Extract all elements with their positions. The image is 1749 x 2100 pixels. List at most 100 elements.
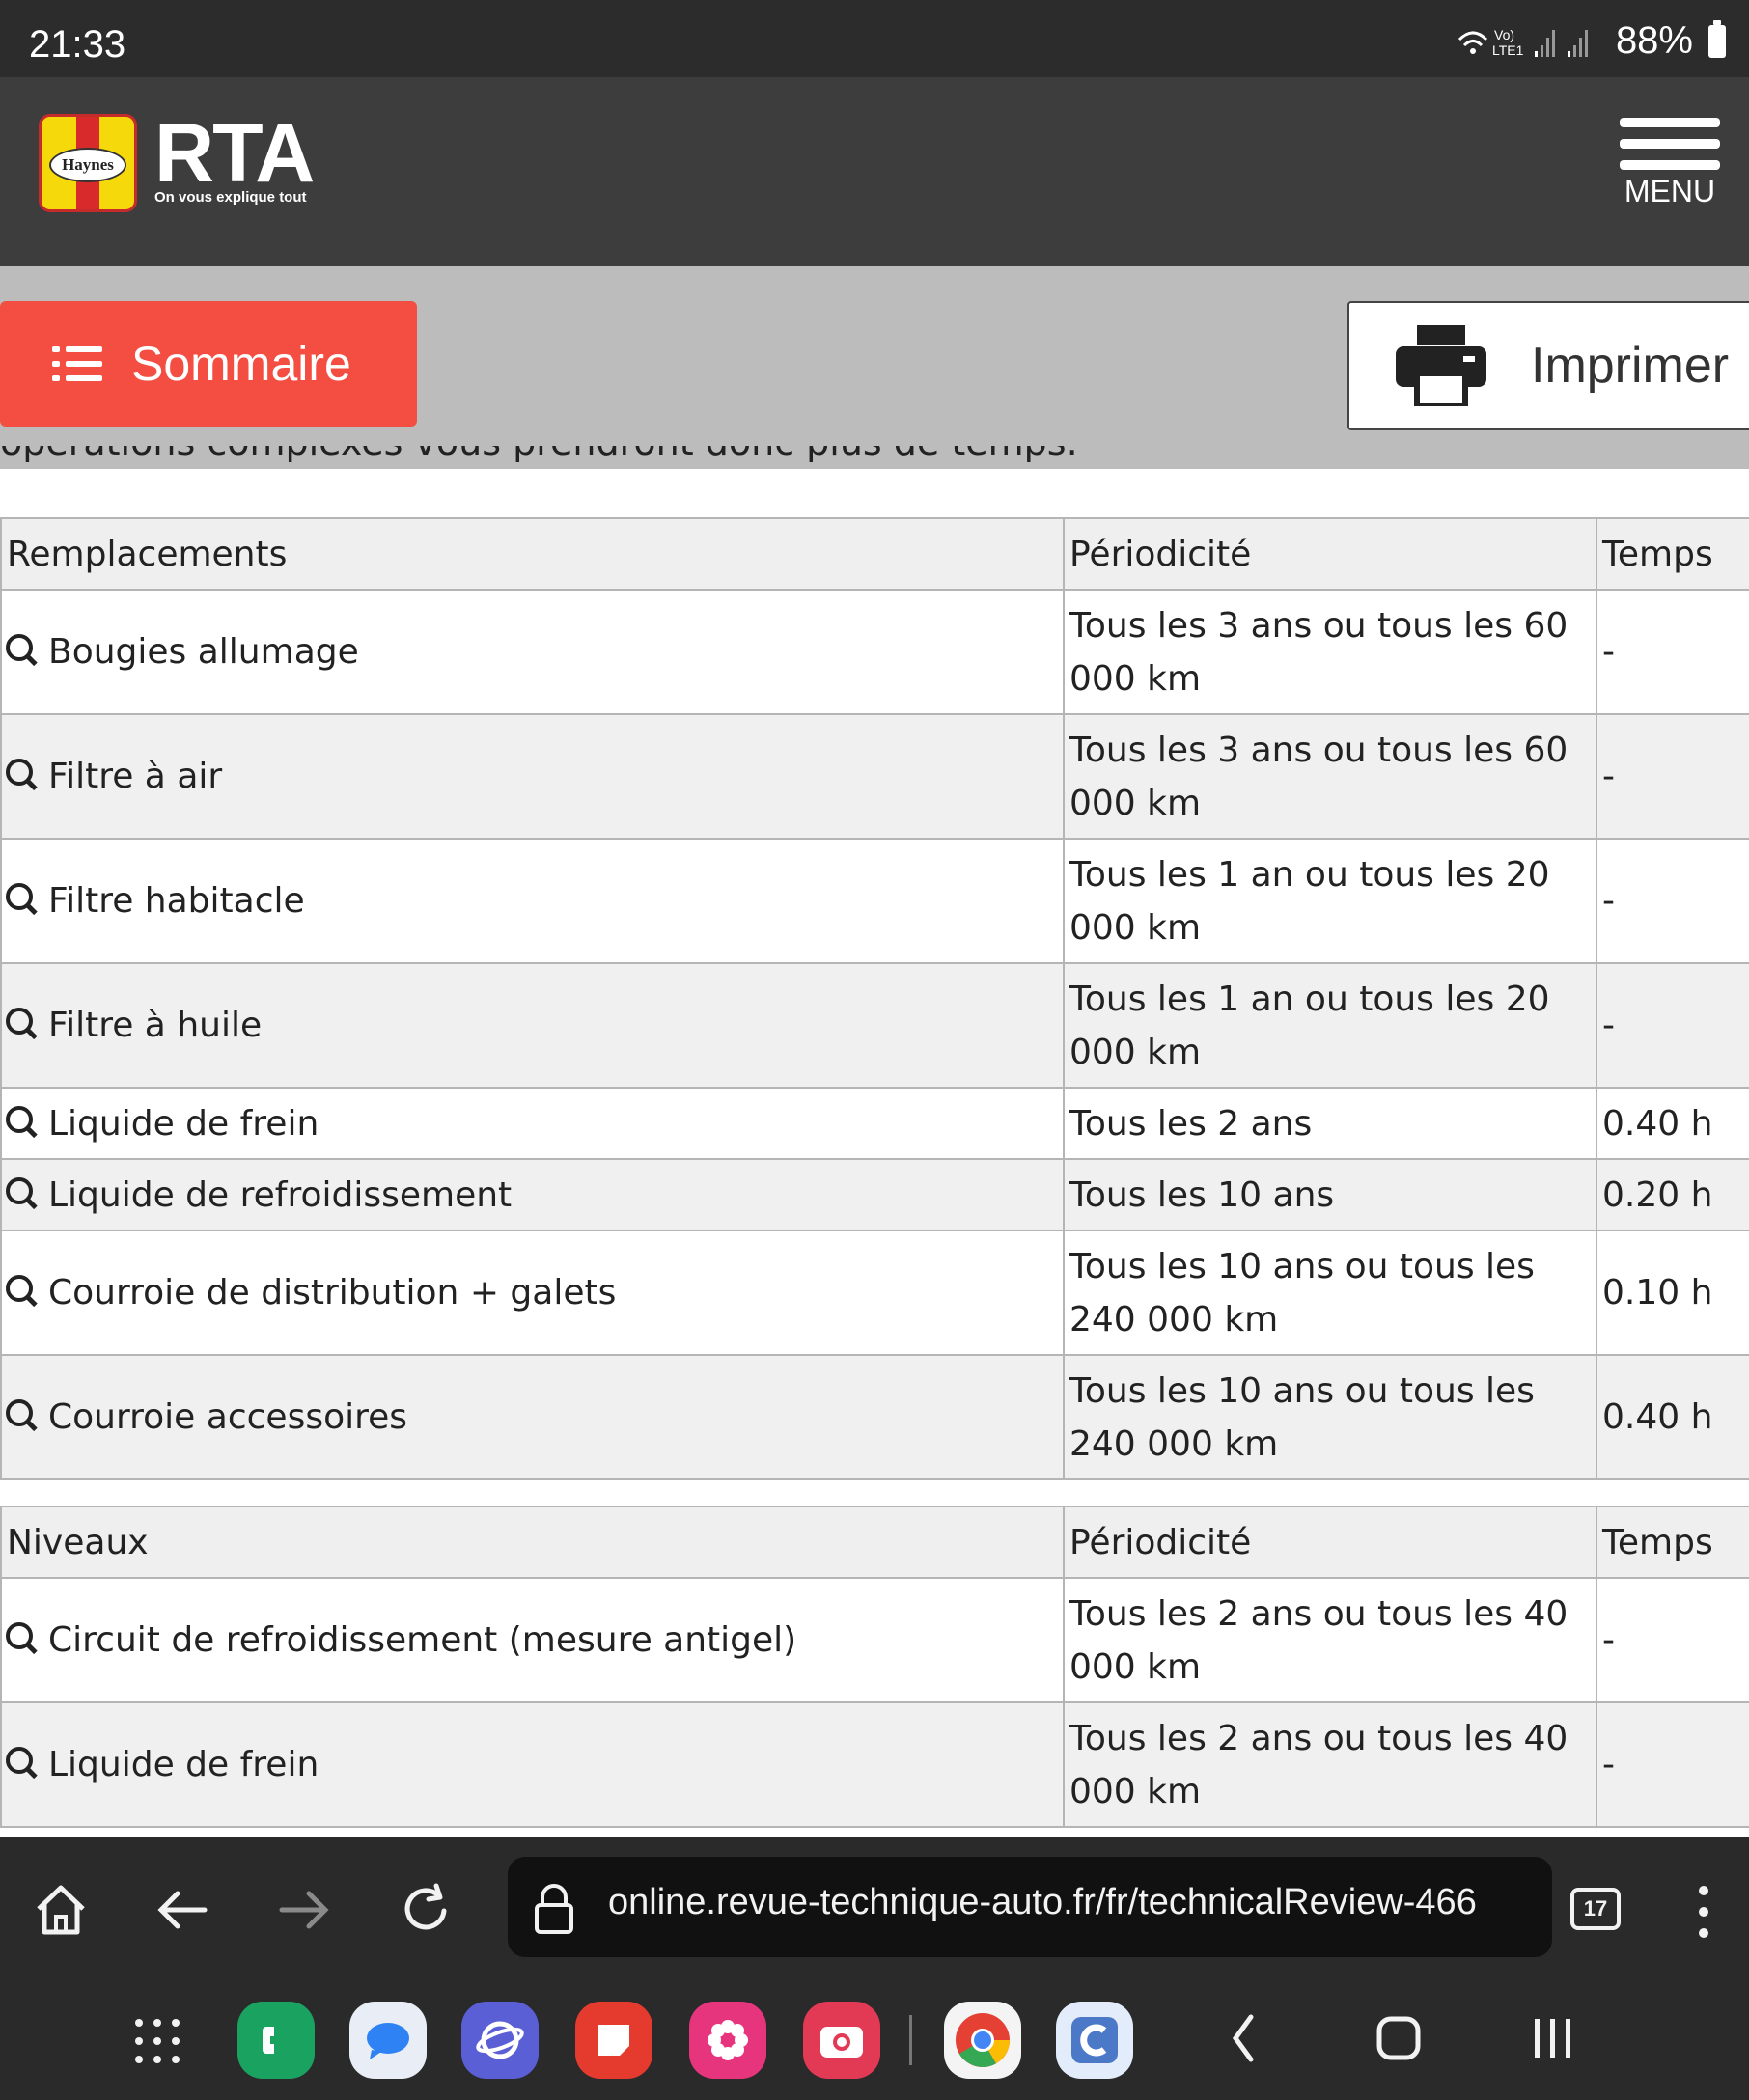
item-cell[interactable]: Courroie de distribution + galets <box>0 1230 1065 1356</box>
item-cell[interactable]: Liquide de refroidissement <box>0 1158 1065 1231</box>
flower-app-icon[interactable] <box>689 2002 766 2079</box>
table-row[interactable]: Courroie de distribution + galets Tous l… <box>0 1230 1749 1356</box>
table-row[interactable]: Filtre à huile Tous les 1 an ou tous les… <box>0 962 1749 1089</box>
imprimer-label: Imprimer <box>1531 338 1730 394</box>
table-row[interactable]: Liquide de frein Tous les 2 ans ou tous … <box>0 1701 1749 1828</box>
reload-icon[interactable] <box>392 1876 459 1944</box>
signal-icons: Vo) LTE1 <box>1458 27 1588 58</box>
dock-divider <box>909 2015 912 2065</box>
column-header-periodicite: Périodicité <box>1063 517 1597 591</box>
battery-percent: 88% <box>1615 19 1693 62</box>
messages-app-icon[interactable] <box>349 2002 427 2079</box>
item-cell[interactable]: Bougies allumage <box>0 589 1065 715</box>
app-drawer-icon[interactable] <box>135 2019 180 2063</box>
home-icon[interactable] <box>27 1876 95 1944</box>
search-icon <box>4 1273 39 1308</box>
table-row[interactable]: Filtre habitacle Tous les 1 an ou tous l… <box>0 838 1749 964</box>
search-icon <box>4 1006 39 1040</box>
item-cell[interactable]: Filtre à huile <box>0 962 1065 1089</box>
search-icon <box>4 1397 39 1432</box>
search-icon <box>4 757 39 791</box>
back-arrow-icon[interactable] <box>149 1876 216 1944</box>
temps-cell: - <box>1596 962 1749 1089</box>
list-icon <box>52 345 102 383</box>
address-bar[interactable]: online.revue-technique-auto.fr/fr/techni… <box>508 1857 1552 1957</box>
status-time: 21:33 <box>29 23 126 66</box>
periodicite-cell: Tous les 3 ans ou tous les 60 000 km <box>1063 713 1597 840</box>
rta-logo[interactable]: RTA On vous explique tout <box>154 107 315 206</box>
imprimer-button[interactable]: Imprimer <box>1347 301 1749 430</box>
search-icon <box>4 1745 39 1780</box>
site-header: Haynes RTA On vous explique tout MENU <box>0 77 1749 266</box>
search-icon <box>4 1620 39 1655</box>
sommaire-label: Sommaire <box>131 337 351 391</box>
table-row[interactable]: Liquide de frein Tous les 2 ans 0.40 h <box>0 1087 1749 1160</box>
phone-app-icon[interactable] <box>237 2002 315 2079</box>
status-indicators: Vo) LTE1 88% <box>1456 19 1726 63</box>
search-icon <box>4 881 39 916</box>
system-home-icon[interactable] <box>1374 2009 1423 2067</box>
search-icon <box>4 632 39 667</box>
temps-cell: - <box>1596 1701 1749 1828</box>
table-row[interactable]: Courroie accessoires Tous les 10 ans ou … <box>0 1354 1749 1480</box>
more-options-icon[interactable] <box>1697 1886 1710 1938</box>
sommaire-button[interactable]: Sommaire <box>0 301 417 427</box>
temps-cell: 0.20 h <box>1596 1158 1749 1231</box>
c-app-icon[interactable] <box>1056 2002 1133 2079</box>
item-cell[interactable]: Liquide de frein <box>0 1701 1065 1828</box>
periodicite-cell: Tous les 2 ans ou tous les 40 000 km <box>1063 1577 1597 1703</box>
haynes-logo[interactable]: Haynes <box>39 114 137 212</box>
item-cell[interactable]: Liquide de frein <box>0 1087 1065 1160</box>
item-cell[interactable]: Filtre habitacle <box>0 838 1065 964</box>
temps-cell: - <box>1596 713 1749 840</box>
periodicite-cell: Tous les 1 an ou tous les 20 000 km <box>1063 962 1597 1089</box>
column-header-temps: Temps <box>1596 1506 1749 1579</box>
camera-app-icon[interactable] <box>803 2002 880 2079</box>
table-row[interactable]: Liquide de refroidissement Tous les 10 a… <box>0 1158 1749 1231</box>
table-row[interactable]: Filtre à air Tous les 3 ans ou tous les … <box>0 713 1749 840</box>
niveaux-table: Niveaux Périodicité Temps Circuit de ref… <box>0 1506 1749 1828</box>
remplacements-table: Remplacements Périodicité Temps Bougies … <box>0 517 1749 1480</box>
column-header-remplacements: Remplacements <box>0 517 1065 591</box>
rta-logo-name: RTA <box>154 107 315 200</box>
hamburger-icon <box>1620 118 1720 127</box>
printer-icon <box>1396 325 1486 406</box>
temps-cell: 0.40 h <box>1596 1354 1749 1480</box>
item-cell[interactable]: Circuit de refroidissement (mesure antig… <box>0 1577 1065 1703</box>
periodicite-cell: Tous les 10 ans <box>1063 1158 1597 1231</box>
temps-cell: - <box>1596 1577 1749 1703</box>
app-dock <box>0 1980 1749 2100</box>
column-header-temps: Temps <box>1596 517 1749 591</box>
haynes-logo-text: Haynes <box>49 148 126 182</box>
item-cell[interactable]: Filtre à air <box>0 713 1065 840</box>
search-icon <box>4 1104 39 1139</box>
item-cell[interactable]: Courroie accessoires <box>0 1354 1065 1480</box>
periodicite-cell: Tous les 10 ans ou tous les 240 000 km <box>1063 1354 1597 1480</box>
table-row[interactable]: Circuit de refroidissement (mesure antig… <box>0 1577 1749 1703</box>
menu-button[interactable]: MENU <box>1620 118 1720 209</box>
menu-label: MENU <box>1624 174 1716 208</box>
temps-cell: - <box>1596 589 1749 715</box>
periodicite-cell: Tous les 1 an ou tous les 20 000 km <box>1063 838 1597 964</box>
system-back-icon[interactable] <box>1224 2009 1263 2067</box>
system-recents-icon[interactable] <box>1529 2009 1577 2067</box>
status-bar: 21:33 Vo) LTE1 88% <box>0 0 1749 77</box>
rta-logo-tagline: On vous explique tout <box>154 189 307 206</box>
notes-app-icon[interactable] <box>575 2002 652 2079</box>
battery-icon <box>1708 19 1726 58</box>
temps-cell: 0.10 h <box>1596 1230 1749 1356</box>
internet-app-icon[interactable] <box>461 2002 539 2079</box>
lock-icon <box>535 1884 573 1934</box>
periodicite-cell: Tous les 2 ans <box>1063 1087 1597 1160</box>
url-text: online.revue-technique-auto.fr/fr/techni… <box>608 1882 1477 1922</box>
forward-arrow-icon[interactable] <box>270 1876 338 1944</box>
periodicite-cell: Tous les 3 ans ou tous les 60 000 km <box>1063 589 1597 715</box>
chrome-app-icon[interactable] <box>944 2002 1021 2079</box>
column-header-niveaux: Niveaux <box>0 1506 1065 1579</box>
periodicite-cell: Tous les 10 ans ou tous les 240 000 km <box>1063 1230 1597 1356</box>
search-icon <box>4 1175 39 1210</box>
tabs-button[interactable]: 17 <box>1570 1888 1621 1930</box>
table-row[interactable]: Bougies allumage Tous les 3 ans ou tous … <box>0 589 1749 715</box>
clipped-paragraph: opérations complexes vous prendront donc… <box>0 446 1749 479</box>
svg-text:Vo): Vo) <box>1494 27 1514 42</box>
